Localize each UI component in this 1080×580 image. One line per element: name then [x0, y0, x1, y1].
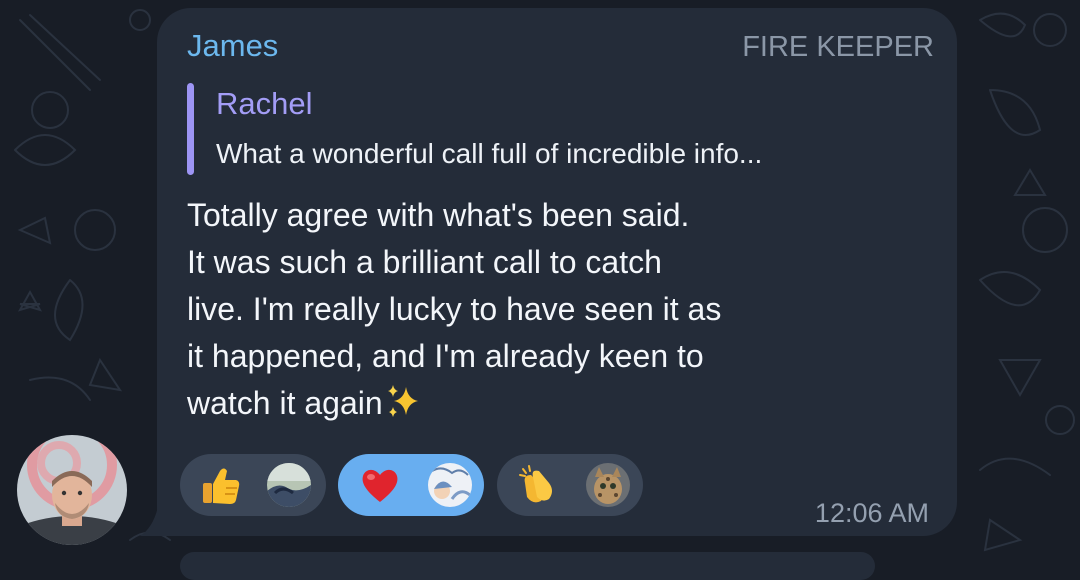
bubble-tail	[140, 496, 168, 536]
reactor-avatar-illustration	[428, 463, 472, 507]
sparkles-icon	[387, 385, 418, 417]
next-message-bubble[interactable]	[180, 552, 875, 580]
reaction-thumbs-up[interactable]	[180, 454, 326, 516]
sender-name[interactable]: James	[187, 28, 278, 64]
message-line: live. I'm really lucky to have seen it a…	[187, 291, 722, 327]
message-line: It was such a brilliant call to catch	[187, 244, 662, 280]
reaction-red-heart[interactable]	[338, 454, 484, 516]
message-text: Totally agree with what's been said. It …	[187, 192, 927, 427]
reactor-avatar-cat	[586, 463, 630, 507]
message-line-last: watch it again	[187, 380, 927, 427]
reaction-clapping-hands[interactable]	[497, 454, 643, 516]
sender-avatar[interactable]	[17, 435, 127, 545]
reply-accent-bar	[187, 83, 194, 175]
reactor-avatar-landscape	[267, 463, 311, 507]
thumbs-up-icon	[203, 468, 240, 504]
clapping-hands-icon	[519, 465, 552, 503]
message-line: it happened, and I'm already keen to	[187, 338, 704, 374]
reply-author: Rachel	[216, 86, 313, 121]
message-line: Totally agree with what's been said.	[187, 197, 690, 233]
reply-quote[interactable]: Rachel What a wonderful call full of inc…	[187, 83, 937, 175]
sender-title-badge: FIRE KEEPER	[742, 31, 934, 63]
reply-preview: What a wonderful call full of incredible…	[216, 138, 763, 169]
red-heart-icon	[362, 469, 398, 502]
message-timestamp: 12:06 AM	[814, 498, 929, 528]
